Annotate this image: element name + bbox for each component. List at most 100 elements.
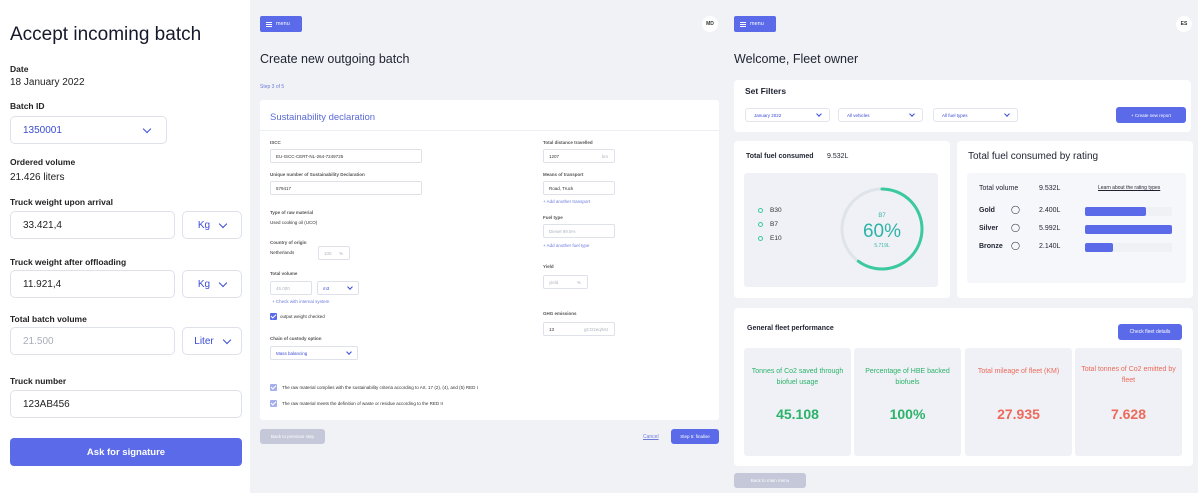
page-title: Accept incoming batch [10, 24, 202, 45]
declaration-2-label: The raw material meets the definition of… [282, 401, 443, 406]
back-step-button[interactable]: Back to previous step [260, 429, 325, 444]
hamburger-icon [266, 21, 272, 27]
legend-dot [758, 222, 763, 227]
performance-title: General fleet performance [747, 325, 834, 332]
transport-input[interactable]: Road, Truck [543, 181, 615, 195]
pos-number-input[interactable]: 579417 [270, 181, 422, 195]
create-report-button[interactable]: + Create new report [1116, 107, 1186, 123]
chevron-down-icon [222, 335, 231, 344]
fuel-filter[interactable]: All fuel types [933, 108, 1018, 122]
chevron-down-icon [1004, 111, 1010, 117]
menu-button[interactable]: menu [260, 16, 302, 32]
create-batch-panel: menu MD Create new outgoing batch Step 3… [250, 0, 728, 493]
rating-bar [1085, 225, 1172, 234]
vehicles-filter[interactable]: All vehicles [838, 108, 923, 122]
fuel-gauge: B7 60% 5.719L [840, 187, 924, 271]
rating-bar-fill [1085, 207, 1146, 216]
rating-area: Total volume 9.532L Learn about the rati… [967, 173, 1186, 283]
total-volume-unit-select[interactable]: m3 [317, 281, 359, 295]
back-main-button[interactable]: Back to main menu [734, 473, 806, 488]
rating-value: 2.140L [1039, 243, 1061, 250]
total-volume-input[interactable]: 45.000 [270, 281, 312, 295]
month-filter[interactable]: January 2022 [745, 108, 830, 122]
menu-label: menu [276, 21, 290, 27]
rating-total-label: Total volume [979, 185, 1019, 192]
month-filter-value: January 2022 [754, 112, 782, 118]
truck-number-input[interactable]: 123AB456 [10, 390, 242, 418]
fuel-type-input[interactable]: Diesel 99.5% [543, 224, 615, 238]
avatar[interactable]: MD [702, 16, 718, 32]
declaration-1-checkbox[interactable] [270, 384, 277, 391]
menu-button[interactable]: menu [734, 16, 776, 32]
truck-weight-arrival-unit-select[interactable]: Kg [182, 211, 242, 239]
rating-value: 2.400L [1039, 207, 1061, 214]
batch-id-label: Batch ID [10, 101, 45, 111]
rating-name: Bronze [979, 243, 1003, 250]
gauge-series: B7 [878, 213, 886, 219]
add-fuel-link[interactable]: + Add another fuel type [543, 243, 589, 248]
medal-icon: ◯ [1011, 223, 1020, 232]
vehicles-filter-value: All vehicles [847, 112, 870, 118]
batch-id-select[interactable]: 1350001 [10, 116, 167, 144]
legend-label: B30 [770, 207, 782, 214]
filters-card: Set Filters January 2022 All vehicles Al… [734, 80, 1191, 132]
chevron-down-icon [909, 111, 915, 117]
chain-custody-label: Chain of custody option [270, 336, 322, 341]
distance-input[interactable]: 1207 km [543, 149, 615, 163]
check-internal-link[interactable]: + Check with internal system [272, 299, 329, 304]
raw-material-label: Type of raw material [270, 210, 314, 215]
rating-title: Total fuel consumed by rating [968, 151, 1099, 162]
finalise-button[interactable]: Step 5: finalise [671, 429, 719, 444]
legend-label: E10 [770, 235, 782, 242]
chevron-down-icon [218, 219, 228, 228]
total-fuel-value: 9.532L [827, 153, 849, 160]
total-batch-volume-input[interactable]: 21.500 [10, 327, 175, 355]
cancel-link[interactable]: Cancel [643, 434, 659, 440]
fuel-filter-value: All fuel types [942, 112, 968, 118]
country-percent-input[interactable]: 100 % [318, 246, 350, 260]
yield-input[interactable]: yield % [543, 275, 588, 289]
rating-name: Silver [979, 225, 999, 232]
legend-item: B7 [758, 221, 778, 228]
truck-weight-arrival-label: Truck weight upon arrival [10, 197, 113, 207]
yield-placeholder: yield [549, 279, 559, 285]
divider [260, 130, 719, 131]
legend-item: B30 [758, 207, 782, 214]
ghg-input[interactable]: 13 gCO2eq/MJ [543, 322, 615, 336]
legend-dot [758, 236, 763, 241]
iscc-input[interactable]: EU-ISCC-CERT-NL-264-7249725 [270, 149, 422, 163]
gauge-area: B30 B7 E10 B7 60% 5.719L [744, 173, 938, 287]
page-title: Create new outgoing batch [260, 52, 410, 66]
chain-custody-value: Mass balancing [276, 350, 308, 356]
iscc-label: ISCC [270, 140, 281, 145]
ghg-label: GHG emissions [543, 311, 577, 316]
avatar[interactable]: ES [1176, 16, 1192, 32]
medal-icon: ◯ [1011, 205, 1020, 214]
declaration-2-checkbox[interactable] [270, 400, 277, 407]
rating-info-link[interactable]: Learn about the rating types [1098, 185, 1160, 191]
kpi-card: Total tonnes of Co2 emitted by fleet 7.6… [1075, 348, 1182, 456]
yield-label: Yield [543, 264, 554, 269]
chain-custody-select[interactable]: Mass balancing [270, 346, 358, 360]
medal-icon: ◯ [1011, 241, 1020, 250]
chevron-down-icon [218, 278, 228, 287]
hamburger-icon [740, 21, 746, 27]
rating-total-value: 9.532L [1039, 185, 1061, 192]
gauge-amount: 5.719L [874, 243, 890, 249]
kpi-value: 100% [889, 406, 926, 422]
kpi-title: Tonnes of Co2 saved through biofuel usag… [751, 368, 844, 386]
total-volume-label: Total volume [270, 271, 298, 276]
performance-card: General fleet performance Check fleet de… [734, 308, 1193, 466]
truck-weight-after-unit-select[interactable]: Kg [182, 270, 242, 298]
total-batch-volume-unit-select[interactable]: Liter [182, 327, 242, 355]
gauge-percent: 60% [863, 221, 901, 242]
add-transport-link[interactable]: + Add another transport [543, 199, 590, 204]
ask-signature-button[interactable]: Ask for signature [10, 438, 242, 466]
legend-dot [758, 208, 763, 213]
truck-weight-after-input[interactable]: 11.921,4 [10, 270, 175, 298]
kpi-value: 27.935 [997, 406, 1040, 422]
output-weight-checkbox[interactable] [270, 313, 277, 320]
fleet-details-button[interactable]: Check fleet details [1118, 324, 1182, 340]
output-weight-label: output weight checked [280, 314, 325, 319]
truck-weight-arrival-input[interactable]: 33.421,4 [10, 211, 175, 239]
